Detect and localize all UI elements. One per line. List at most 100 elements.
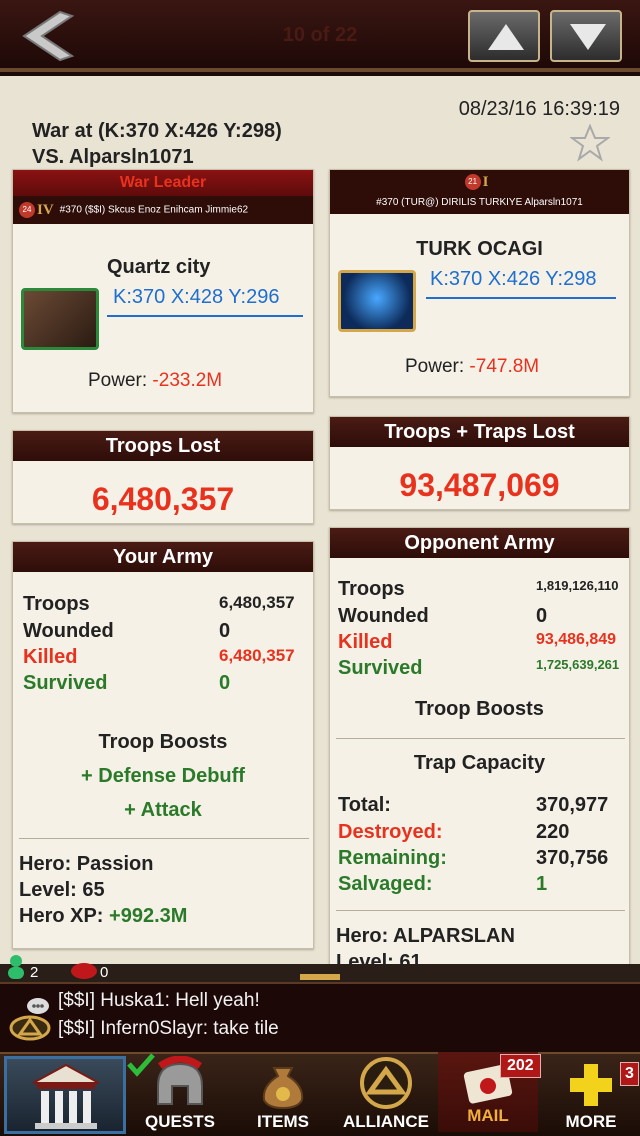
opponent-army-header: Opponent Army	[330, 528, 629, 558]
nav-more-label: MORE	[565, 1112, 617, 1131]
opponent-army-card: Opponent Army Troops 1,819,126,110 Wound…	[329, 527, 630, 964]
leader-subtitle-bar: 24 IV #370 ($$I) Skcus Enoz Enihcam Jimmie…	[13, 196, 313, 224]
trap-total-value: 370,977	[536, 794, 609, 816]
message-bubble-icon	[71, 963, 97, 979]
checkmark-icon	[127, 1053, 155, 1077]
next-report-button[interactable]	[550, 10, 622, 62]
leader-portrait[interactable]	[21, 288, 99, 350]
chat-message: [$$I] Huska1: Hell yeah!	[58, 990, 260, 1011]
troops-lost-header: Troops Lost	[13, 431, 313, 461]
opponent-portrait[interactable]	[338, 270, 416, 332]
survived-value: 0	[219, 672, 231, 694]
leader-alliance-name: #370 ($$I) Skcus Enoz Enihcam Jimmie62	[59, 204, 249, 216]
troops-label: Troops	[338, 578, 405, 600]
nav-quests[interactable]: QUESTS	[127, 1053, 226, 1132]
boost-defense-debuff: + Defense Debuff	[81, 765, 245, 787]
favorite-star-icon[interactable]	[570, 124, 610, 162]
troop-boosts-header: Troop Boosts	[98, 731, 228, 753]
trap-remaining-value: 370,756	[536, 847, 609, 869]
alliance-emblem-icon	[360, 1057, 412, 1109]
wounded-value: 0	[536, 605, 548, 627]
opponent-card: 21 I #370 (TUR@) DIRILIS TURKIYE Alparsln…	[329, 169, 630, 397]
opponent-alliance-name: #370 (TUR@) DIRILIS TURKIYE Alparsln1071	[330, 194, 629, 214]
spartan-helmet-icon	[157, 1056, 203, 1105]
rank-numeral: I	[482, 174, 489, 190]
level-badge: 24	[19, 202, 35, 218]
wounded-label: Wounded	[338, 605, 429, 627]
killed-label: Killed	[23, 646, 78, 668]
report-body[interactable]: 08/23/16 16:39:19 War at (K:370 X:426 Y:…	[0, 76, 640, 964]
bottom-nav: QUESTS ITEMS ALLIANCE MAIL 202 MORE 3	[0, 1052, 640, 1136]
power-value: -747.8M	[469, 356, 540, 377]
divider	[336, 738, 625, 739]
your-army-card: Your Army Troops 6,480,357 Wounded 0 Kil…	[12, 541, 314, 949]
troops-traps-lost-card: Troops + Traps Lost 93,487,069	[329, 416, 630, 510]
troops-lost-card: Troops Lost 6,480,357	[12, 430, 314, 524]
leader-coords-link[interactable]: K:370 X:428 Y:296	[107, 286, 303, 317]
divider	[19, 838, 309, 839]
hero-level: Level: 61	[336, 951, 422, 964]
arrow-down-icon	[570, 24, 606, 50]
nav-quests-label: QUESTS	[145, 1112, 215, 1131]
trap-remaining-label: Remaining:	[338, 847, 447, 869]
wounded-label: Wounded	[23, 620, 114, 642]
opponent-power: Power: -747.8M	[405, 356, 539, 378]
killed-label: Killed	[338, 631, 393, 653]
city-building-icon	[32, 1063, 100, 1129]
power-value: -233.2M	[152, 370, 223, 391]
trap-total-label: Total:	[338, 794, 391, 816]
survived-label: Survived	[338, 657, 423, 679]
plus-icon	[570, 1064, 612, 1106]
killed-value: 6,480,357	[219, 646, 295, 665]
alliance-chat-icon	[9, 998, 51, 1041]
page-indicator: 10 of 22	[282, 24, 358, 46]
alliance-chat-panel[interactable]: [$$I] Huska1: Hell yeah! [$$I] Infern0Sl…	[0, 982, 640, 1052]
power-label: Power:	[88, 370, 148, 391]
wounded-value: 0	[219, 620, 231, 642]
survived-label: Survived	[23, 672, 108, 694]
hero-name: Hero: ALPARSLAN	[336, 925, 515, 947]
leader-city-name: Quartz city	[107, 256, 211, 278]
message-count: 0	[100, 964, 109, 981]
chat-drag-handle[interactable]	[300, 974, 340, 980]
hero-xp-value: +992.3M	[109, 905, 188, 927]
nav-alliance-label: ALLIANCE	[343, 1112, 429, 1131]
your-army-header: Your Army	[13, 542, 313, 572]
city-home-button[interactable]	[4, 1056, 126, 1134]
previous-report-button[interactable]	[468, 10, 540, 62]
trap-capacity-header: Trap Capacity	[413, 752, 546, 774]
more-badge: 3	[620, 1062, 639, 1086]
top-bar: 10 of 22	[0, 0, 640, 72]
troops-value: 6,480,357	[219, 593, 295, 612]
opponent-coords-link[interactable]: K:370 X:426 Y:298	[426, 268, 616, 299]
leader-card: War Leader 24 IV #370 ($$I) Skcus Enoz Eni…	[12, 169, 314, 413]
online-members-icon	[8, 955, 24, 979]
troops-traps-lost-header: Troops + Traps Lost	[330, 417, 629, 447]
opponent-name: VS. Alparsln1071	[32, 146, 194, 168]
opponent-city-name: TURK OCAGI	[416, 238, 543, 260]
troops-lost-value: 6,480,357	[91, 481, 235, 517]
nav-alliance[interactable]: ALLIANCE	[336, 1056, 436, 1132]
nav-more[interactable]: MORE 3	[546, 1060, 639, 1132]
online-count: 2	[30, 964, 39, 981]
troops-value: 1,819,126,110	[536, 578, 619, 593]
report-title: War at (K:370 X:426 Y:298) VS. Alparsln1…	[32, 118, 282, 170]
trap-salvaged-value: 1	[536, 873, 548, 895]
trap-destroyed-value: 220	[536, 821, 570, 843]
opponent-rank-bar: 21 I	[330, 170, 629, 194]
survived-value: 1,725,639,261	[536, 657, 620, 672]
war-location: War at (K:370 X:426 Y:298)	[32, 120, 282, 142]
hero-xp: Hero XP: +992.3M	[19, 905, 187, 928]
divider	[336, 910, 625, 911]
chat-message: [$$I] Infern0Slayr: take tile	[58, 1018, 279, 1039]
leader-header: War Leader	[13, 170, 313, 196]
arrow-up-icon	[488, 24, 524, 50]
trap-destroyed-label: Destroyed:	[338, 821, 443, 843]
hero-name: Hero: Passion	[19, 853, 154, 875]
hero-level: Level: 65	[19, 879, 105, 901]
troops-traps-lost-value: 93,487,069	[399, 467, 560, 503]
rank-numeral: IV	[37, 202, 54, 218]
nav-items[interactable]: ITEMS	[240, 1056, 326, 1132]
nav-mail[interactable]: MAIL 202	[438, 1052, 541, 1132]
troop-boosts-header: Troop Boosts	[415, 698, 544, 720]
